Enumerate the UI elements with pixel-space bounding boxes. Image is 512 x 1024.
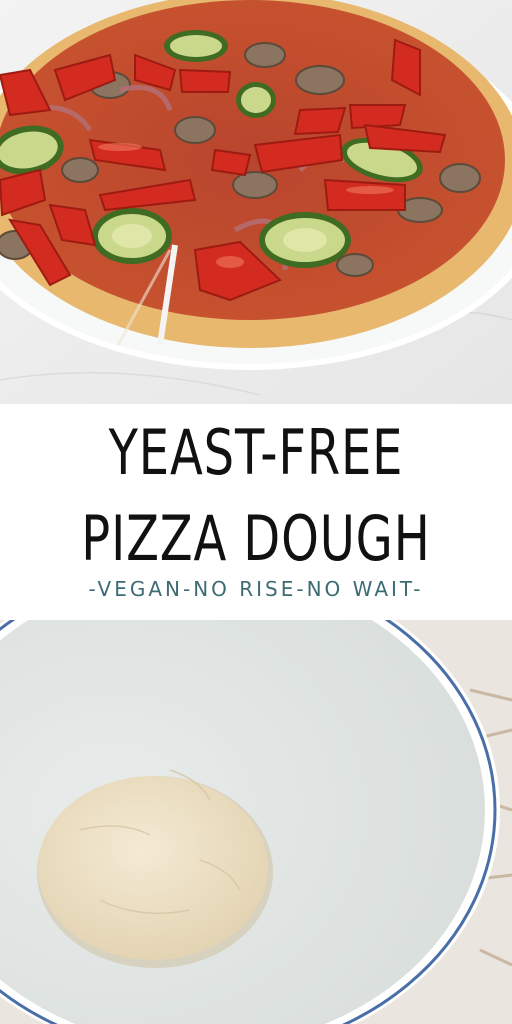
title-line-2: PIZZA DOUGH — [81, 502, 431, 575]
title-band: YEAST-FREE PIZZA DOUGH -VEGAN-NO RISE-NO… — [0, 404, 512, 620]
subtitle: -VEGAN-NO RISE-NO WAIT- — [88, 577, 424, 601]
pizza-photo — [0, 0, 512, 404]
title-line-1: YEAST-FREE — [108, 416, 404, 489]
dough-photo — [0, 620, 512, 1024]
